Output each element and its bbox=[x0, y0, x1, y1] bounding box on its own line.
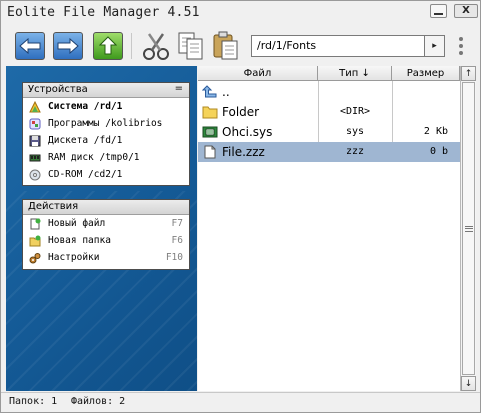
back-button[interactable] bbox=[15, 32, 45, 60]
action-label: Настройки bbox=[48, 252, 100, 263]
shortcut-key: F7 bbox=[171, 218, 183, 229]
folder-icon bbox=[202, 106, 218, 119]
file-type: <DIR> bbox=[339, 106, 371, 117]
file-row-parent[interactable]: .. bbox=[198, 82, 460, 102]
paste-button[interactable] bbox=[211, 30, 241, 62]
action-label: Новый файл bbox=[48, 218, 106, 229]
action-settings[interactable]: Настройки F10 bbox=[23, 249, 189, 266]
paste-icon bbox=[213, 31, 238, 60]
floppy-icon bbox=[29, 135, 41, 146]
scroll-up-button[interactable]: ↑ bbox=[461, 66, 476, 81]
arrow-up-icon: ↑ bbox=[464, 68, 473, 79]
file-row-selected[interactable]: File.zzz zzz 0 b bbox=[198, 142, 460, 162]
forward-button[interactable] bbox=[53, 32, 83, 60]
system-icon bbox=[29, 100, 41, 112]
device-label: Система /rd/1 bbox=[48, 101, 123, 112]
ram-disk-icon bbox=[29, 154, 41, 161]
arrow-left-icon bbox=[19, 38, 41, 54]
device-item-system[interactable]: Система /rd/1 bbox=[23, 98, 189, 115]
go-arrow-icon: ▸ bbox=[432, 41, 437, 51]
toolbar-separator bbox=[131, 33, 132, 59]
actions-box: Действия Новый файл F7 Новая папка F6 На… bbox=[22, 199, 190, 270]
column-header-name[interactable]: Файл bbox=[198, 66, 318, 81]
file-type: zzz bbox=[345, 146, 365, 157]
scroll-thumb[interactable] bbox=[462, 82, 475, 375]
device-item-cdrom[interactable]: CD-ROM /cd2/1 bbox=[23, 166, 189, 183]
file-name: File.zzz bbox=[222, 145, 265, 159]
action-new-folder[interactable]: Новая папка F6 bbox=[23, 232, 189, 249]
collapse-icon[interactable]: = bbox=[175, 83, 183, 94]
menu-button[interactable] bbox=[458, 37, 464, 55]
go-button[interactable]: ▸ bbox=[424, 36, 444, 56]
file-list: Файл Тип ↓ Размер .. Folder <DIR> Ohci.s… bbox=[198, 66, 460, 391]
new-folder-icon bbox=[29, 235, 41, 246]
actions-title: Действия bbox=[28, 201, 79, 212]
scroll-down-button[interactable]: ↓ bbox=[461, 376, 476, 391]
programs-icon bbox=[29, 118, 41, 129]
dot-icon bbox=[459, 37, 463, 41]
new-file-icon bbox=[30, 218, 41, 229]
device-label: Программы /kolibrios bbox=[48, 118, 163, 129]
eolite-window: Eolite File Manager 4.51 X /rd/1/Fonts ▸… bbox=[0, 0, 481, 413]
file-name: .. bbox=[222, 85, 230, 99]
action-label: Новая папка bbox=[48, 235, 111, 246]
device-label: RAM диск /tmp0/1 bbox=[48, 152, 140, 163]
copy-icon bbox=[178, 32, 203, 60]
up-button[interactable] bbox=[93, 32, 123, 60]
device-label: Дискета /fd/1 bbox=[48, 135, 123, 146]
arrow-down-icon: ↓ bbox=[464, 378, 473, 389]
grip-icon bbox=[464, 225, 473, 232]
file-row-ohci[interactable]: Ohci.sys sys 2 Kb bbox=[198, 122, 460, 142]
file-size: 2 Kb bbox=[423, 126, 448, 137]
devices-box: Устройства = Система /rd/1 Программы /ko… bbox=[22, 82, 190, 186]
cut-button[interactable] bbox=[141, 30, 171, 62]
device-item-ramdisk[interactable]: RAM диск /tmp0/1 bbox=[23, 149, 189, 166]
file-type: sys bbox=[345, 126, 365, 137]
devices-header[interactable]: Устройства = bbox=[23, 83, 189, 98]
minimize-icon bbox=[434, 12, 443, 15]
toolbar: /rd/1/Fonts ▸ bbox=[1, 27, 480, 65]
cdrom-icon bbox=[29, 169, 41, 180]
path-input[interactable]: /rd/1/Fonts ▸ bbox=[251, 35, 445, 57]
path-value: /rd/1/Fonts bbox=[257, 39, 317, 52]
dot-icon bbox=[459, 44, 463, 48]
copy-button[interactable] bbox=[176, 30, 206, 62]
driver-icon bbox=[202, 126, 218, 138]
action-new-file[interactable]: Новый файл F7 bbox=[23, 215, 189, 232]
device-item-programs[interactable]: Программы /kolibrios bbox=[23, 115, 189, 132]
dot-icon bbox=[459, 51, 463, 55]
vertical-scrollbar[interactable]: ↑ ↓ bbox=[460, 66, 476, 391]
left-panel: Устройства = Система /rd/1 Программы /ko… bbox=[6, 66, 197, 391]
title-bar[interactable]: Eolite File Manager 4.51 X bbox=[1, 1, 480, 27]
file-size: 0 b bbox=[429, 146, 448, 157]
actions-header: Действия bbox=[23, 200, 189, 215]
scissors-icon bbox=[143, 33, 169, 60]
folder-count: Папок: 1 bbox=[9, 396, 58, 407]
devices-title: Устройства bbox=[28, 84, 88, 95]
arrow-right-icon bbox=[57, 38, 79, 54]
device-item-floppy[interactable]: Дискета /fd/1 bbox=[23, 132, 189, 149]
shortcut-key: F6 bbox=[171, 235, 183, 246]
file-count: Файлов: 2 bbox=[71, 396, 126, 407]
arrow-up-icon bbox=[99, 36, 117, 55]
file-name: Ohci.sys bbox=[222, 125, 273, 139]
file-row-folder[interactable]: Folder <DIR> bbox=[198, 102, 460, 122]
shortcut-key: F10 bbox=[165, 252, 183, 263]
window-title: Eolite File Manager 4.51 bbox=[7, 5, 200, 20]
settings-icon bbox=[29, 252, 41, 263]
status-bar: Папок: 1 Файлов: 2 bbox=[1, 392, 480, 412]
file-icon bbox=[204, 145, 216, 159]
column-header-type[interactable]: Тип ↓ bbox=[318, 66, 392, 81]
up-arrow-icon bbox=[202, 85, 217, 98]
device-label: CD-ROM /cd2/1 bbox=[48, 169, 123, 180]
column-header-size[interactable]: Размер bbox=[392, 66, 460, 81]
close-button[interactable]: X bbox=[454, 4, 478, 18]
close-icon: X bbox=[462, 5, 470, 16]
file-name: Folder bbox=[222, 105, 260, 119]
minimize-button[interactable] bbox=[430, 4, 447, 18]
